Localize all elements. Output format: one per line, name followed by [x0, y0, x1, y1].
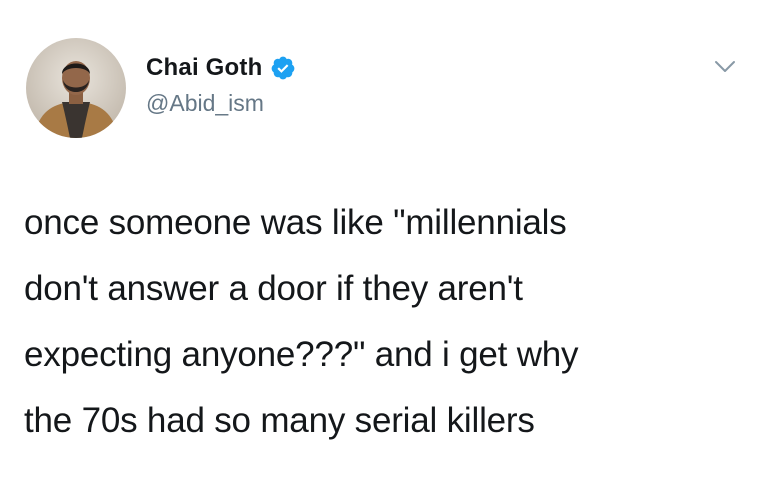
chevron-down-icon[interactable] [714, 60, 736, 74]
tweet-text-line-2: don't answer a door if they aren't [24, 269, 523, 308]
tweet-card: Chai Goth @Abid_ism once someone was lik… [0, 0, 760, 488]
tweet-text-line-1: once someone was like "millennials [24, 203, 567, 242]
avatar[interactable] [26, 38, 126, 138]
name-row: Chai Goth [146, 52, 296, 84]
avatar-photo-icon [26, 38, 126, 138]
verified-badge-icon [270, 55, 296, 81]
tweet-text-line-3: expecting anyone???" and i get why [24, 335, 579, 374]
author-info: Chai Goth @Abid_ism [146, 52, 296, 117]
display-name[interactable]: Chai Goth [146, 54, 262, 82]
user-handle[interactable]: @Abid_ism [146, 90, 296, 117]
tweet-text: once someone was like "millennials don't… [24, 190, 724, 454]
tweet-text-line-4: the 70s had so many serial killers [24, 401, 535, 440]
